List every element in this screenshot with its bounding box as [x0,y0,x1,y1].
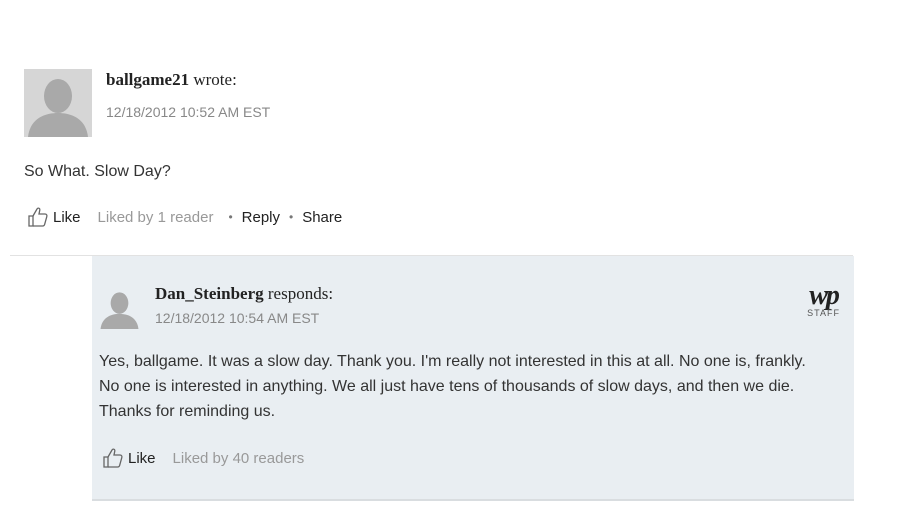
liked-by-count: Liked by 40 readers [172,449,305,467]
response-timestamp: 12/18/2012 10:54 AM EST [155,310,320,326]
avatar[interactable] [24,69,92,137]
staff-label: STAFF [807,308,840,318]
thumbs-up-icon [103,448,123,468]
response-header: Dan_Steinberg responds: [155,284,333,304]
wp-staff-badge: wp STAFF [807,280,840,319]
share-button[interactable]: Share [302,209,342,226]
wp-logo-icon: wp [809,280,840,311]
response-verb: responds: [267,284,334,303]
default-avatar-icon [24,69,92,137]
comment-timestamp: 12/18/2012 10:52 AM EST [106,104,271,120]
reply-button[interactable]: Reply [242,209,280,226]
comment-text: So What. Slow Day? [24,163,171,180]
like-label: Like [53,208,81,226]
like-label: Like [128,449,156,467]
liked-by-count: Liked by 1 reader [97,208,214,226]
comment-author[interactable]: ballgame21 [106,70,189,89]
staff-response: Dan_Steinberg responds: 12/18/2012 10:54… [92,256,854,501]
separator-dot: • [228,210,233,224]
default-avatar-icon [98,286,141,329]
comment-verb: wrote: [193,70,237,89]
avatar[interactable] [98,286,141,329]
like-button[interactable]: Like [102,447,156,469]
separator-dot: • [289,210,294,224]
comment-header: ballgame21 wrote: [106,70,237,90]
response-actions: Like Liked by 40 readers [102,447,304,469]
comment-actions: Like Liked by 1 reader • Reply • Share [27,206,342,228]
like-button[interactable]: Like [27,206,81,228]
response-text: Yes, ballgame. It was a slow day. Thank … [99,353,806,420]
response-author[interactable]: Dan_Steinberg [155,284,264,303]
thumbs-up-icon [28,207,48,227]
